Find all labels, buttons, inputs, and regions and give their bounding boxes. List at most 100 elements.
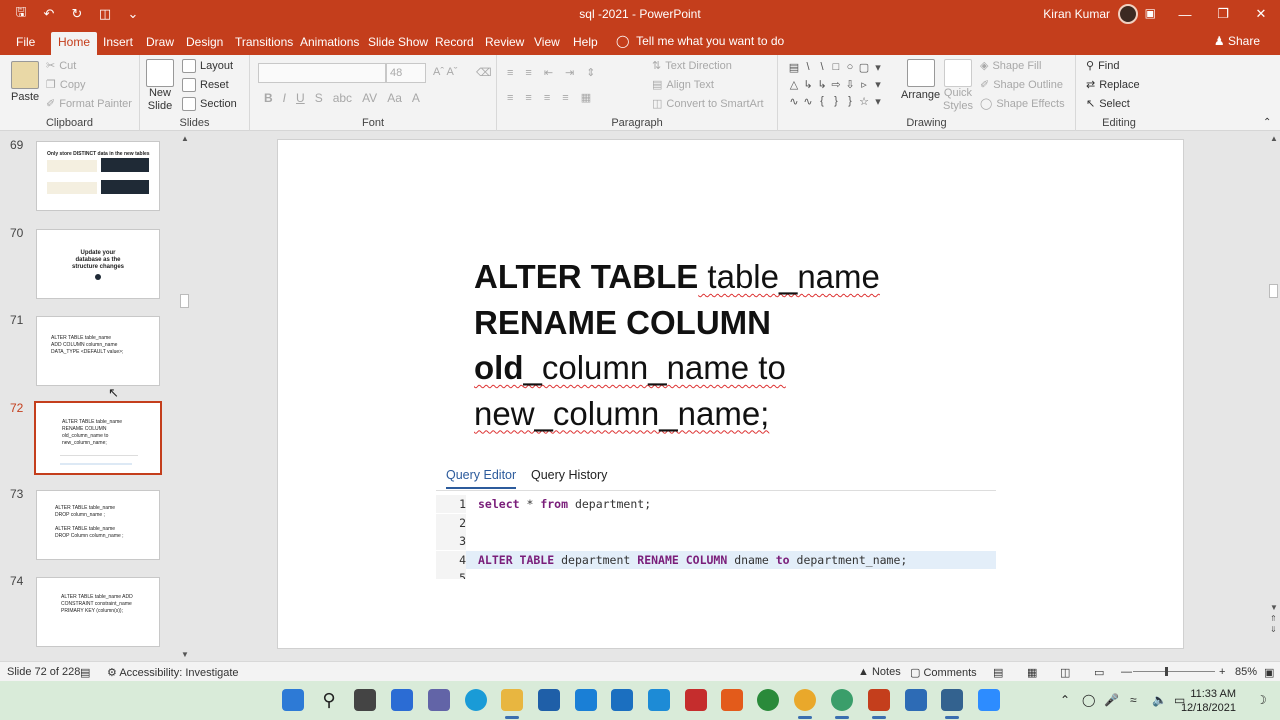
- tab-home[interactable]: Home: [51, 32, 98, 55]
- windows-start-icon[interactable]: [282, 689, 304, 711]
- slide-thumbnail-71[interactable]: ALTER TABLE table_name ADD COLUMN column…: [36, 316, 160, 386]
- oval-shape-icon[interactable]: ○: [843, 61, 857, 75]
- mail-icon[interactable]: [575, 689, 597, 711]
- microphone-icon[interactable]: 🎤: [1104, 693, 1119, 707]
- format-painter-button[interactable]: ✐ Format Painter: [46, 97, 132, 111]
- brace2-shape-icon[interactable]: }: [843, 95, 857, 109]
- thumbnail-scrollbar[interactable]: ▲ ▼: [178, 132, 190, 661]
- tab-design[interactable]: Design: [180, 33, 229, 51]
- align-left-icon[interactable]: ≡: [507, 92, 513, 104]
- clock[interactable]: 11:33 AM 12/18/2021: [1181, 687, 1236, 715]
- star-shape-icon[interactable]: ☆: [857, 95, 871, 109]
- freeform-shape-icon[interactable]: ∿: [801, 95, 815, 109]
- app-l-icon[interactable]: [611, 689, 633, 711]
- decrease-indent-icon[interactable]: ⇤: [544, 66, 553, 79]
- paste-button[interactable]: Paste: [11, 61, 39, 103]
- app-sync-icon[interactable]: [905, 689, 927, 711]
- tab-view[interactable]: View: [528, 33, 566, 51]
- shape-fill-button[interactable]: ◈ Shape Fill: [980, 59, 1041, 73]
- quick-styles-button[interactable]: Quick Styles: [943, 59, 973, 113]
- shape-effects-button[interactable]: ◯ Shape Effects: [980, 97, 1065, 111]
- font-size-box[interactable]: 48: [386, 63, 426, 83]
- share-button[interactable]: ♟ Share: [1214, 34, 1260, 48]
- font-color-icon[interactable]: A: [412, 91, 420, 105]
- triangle-shape-icon[interactable]: △: [787, 78, 801, 92]
- chrome-icon[interactable]: [794, 689, 816, 711]
- prev-next-slide-icon[interactable]: ▼ ⇑ ⇓: [1270, 602, 1278, 635]
- tab-record[interactable]: Record: [429, 33, 480, 51]
- align-center-icon[interactable]: ≡: [525, 92, 531, 104]
- font-name-box[interactable]: [258, 63, 386, 83]
- tab-draw[interactable]: Draw: [140, 33, 180, 51]
- textbox-shape-icon[interactable]: ▤: [787, 61, 801, 75]
- tab-slide-show[interactable]: Slide Show: [362, 33, 434, 51]
- slideshow-view-icon[interactable]: ▭: [1094, 666, 1104, 679]
- redo-icon[interactable]: ↻: [68, 5, 86, 23]
- italic-icon[interactable]: I: [283, 91, 286, 105]
- slideshow-icon[interactable]: ◫: [96, 5, 114, 23]
- tab-animations[interactable]: Animations: [294, 33, 365, 51]
- collapse-ribbon-icon[interactable]: ⌃: [1263, 117, 1271, 128]
- normal-view-icon[interactable]: ▤: [993, 666, 1003, 679]
- change-case-icon[interactable]: Aa: [387, 91, 402, 105]
- comments-button[interactable]: ▢ Comments: [910, 666, 977, 679]
- new-slide-button[interactable]: New Slide: [146, 59, 174, 113]
- undo-icon[interactable]: ↶: [40, 5, 58, 23]
- connector-shape-icon[interactable]: ↳: [801, 78, 815, 92]
- expand-shapes-icon[interactable]: ▾: [871, 95, 885, 109]
- section-button[interactable]: Section: [182, 97, 237, 111]
- maximize-icon[interactable]: ❐: [1204, 0, 1242, 28]
- shadow-icon[interactable]: S: [315, 91, 323, 105]
- reset-button[interactable]: Reset: [182, 78, 229, 92]
- spacing-icon[interactable]: AV: [362, 91, 377, 105]
- bold-icon[interactable]: B: [264, 91, 273, 105]
- task-view-icon[interactable]: [354, 689, 376, 711]
- app-green-icon[interactable]: [757, 689, 779, 711]
- zoom-slider-knob[interactable]: [1165, 667, 1168, 676]
- text-direction-button[interactable]: ⇅ Text Direction: [652, 59, 732, 73]
- bullets-icon[interactable]: ≡: [507, 67, 513, 79]
- slide-thumbnail-69[interactable]: Only store DISTINCT data in the new tabl…: [36, 141, 160, 211]
- copy-button[interactable]: ❐ Copy: [46, 78, 86, 92]
- close-icon[interactable]: ✕: [1242, 0, 1280, 28]
- select-button[interactable]: ↖ Select: [1086, 97, 1130, 111]
- canvas-scrollbar[interactable]: ▲ ▼ ⇑ ⇓: [1267, 132, 1280, 661]
- app-blue-icon[interactable]: [648, 689, 670, 711]
- rounded-rect-shape-icon[interactable]: ▢: [857, 61, 871, 75]
- wifi-icon[interactable]: ≈: [1130, 693, 1137, 707]
- tab-file[interactable]: File: [10, 33, 41, 51]
- scroll-up-icon[interactable]: ▲: [181, 134, 189, 143]
- arrow-shape-icon[interactable]: ⇨: [829, 78, 843, 92]
- slide-thumbnail-73[interactable]: ALTER TABLE table_name DROP column_name …: [36, 490, 160, 560]
- shapes-gallery[interactable]: ▤ \ \ □ ○ ▢ ▾ △ ↳ ↳ ⇨ ⇩ ▹ ▾ ∿ ∿{}} ☆ ▾: [787, 61, 887, 109]
- slide-72[interactable]: ALTER TABLE table_name RENAME COLUMN old…: [277, 139, 1184, 649]
- fit-slide-icon[interactable]: ▣: [1264, 666, 1274, 679]
- more-shapes-icon[interactable]: ▾: [871, 61, 885, 75]
- scroll-up-icon[interactable]: ▲: [1270, 134, 1278, 143]
- layout-button[interactable]: Layout: [182, 59, 233, 73]
- scroll-shapes-icon[interactable]: ▾: [871, 78, 885, 92]
- ribbon-display-options-icon[interactable]: ▣: [1145, 6, 1156, 20]
- avatar[interactable]: [1118, 4, 1138, 24]
- numbering-icon[interactable]: ≡: [525, 67, 531, 79]
- line2-shape-icon[interactable]: \: [815, 61, 829, 75]
- edge-icon[interactable]: [465, 689, 487, 711]
- office-icon[interactable]: [721, 689, 743, 711]
- accessibility-button[interactable]: ⚙ Accessibility: Investigate: [107, 666, 239, 679]
- align-right-icon[interactable]: ≡: [544, 92, 550, 104]
- slide-thumbnail-72-selected[interactable]: ALTER TABLE table_name RENAME COLUMN old…: [34, 401, 162, 475]
- postgres-icon[interactable]: [941, 689, 963, 711]
- convert-smartart-button[interactable]: ◫ Convert to SmartArt: [652, 97, 764, 111]
- zoom-app-icon[interactable]: [978, 689, 1000, 711]
- teams-chat-icon[interactable]: [428, 689, 450, 711]
- reading-view-icon[interactable]: ◫: [1060, 666, 1070, 679]
- tab-review[interactable]: Review: [479, 33, 530, 51]
- justify-icon[interactable]: ≡: [562, 92, 568, 104]
- rectangle-shape-icon[interactable]: □: [829, 61, 843, 75]
- tray-overflow-icon[interactable]: ⌃: [1060, 693, 1070, 707]
- brace-shape-icon[interactable]: }: [829, 95, 843, 109]
- bracket-shape-icon[interactable]: {: [815, 95, 829, 109]
- grow-font-icon[interactable]: Aˆ Aˇ: [433, 66, 457, 78]
- tab-insert[interactable]: Insert: [97, 33, 139, 51]
- slide-sorter-icon[interactable]: ▦: [1027, 666, 1037, 679]
